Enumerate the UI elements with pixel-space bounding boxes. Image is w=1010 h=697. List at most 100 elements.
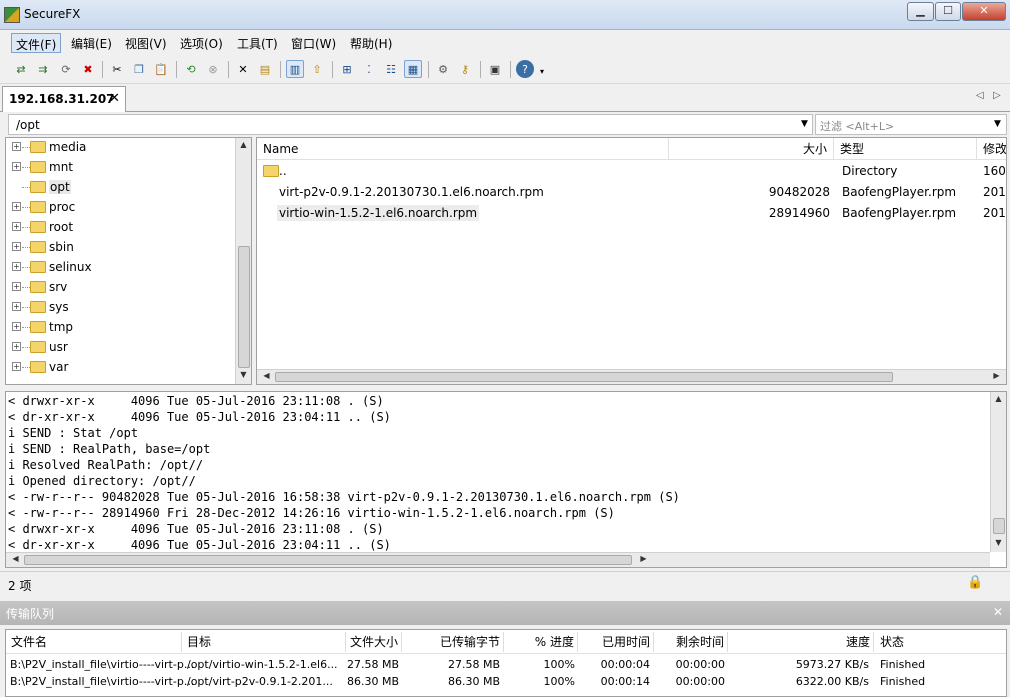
expand-icon[interactable]: + bbox=[12, 322, 21, 331]
scroll-left-icon[interactable]: ◀ bbox=[259, 371, 274, 380]
scroll-right-icon[interactable]: ▶ bbox=[989, 371, 1004, 380]
expand-icon[interactable]: + bbox=[12, 142, 21, 151]
tree-item-opt[interactable]: opt bbox=[6, 178, 234, 198]
expand-icon[interactable]: + bbox=[12, 262, 21, 271]
scroll-thumb[interactable] bbox=[238, 246, 250, 368]
expand-icon[interactable]: + bbox=[12, 222, 21, 231]
close-tab-icon[interactable]: ✕ bbox=[109, 91, 120, 106]
tab-scroll-right-icon[interactable]: ▷ bbox=[993, 90, 1001, 101]
tree-item-media[interactable]: + media bbox=[6, 138, 234, 158]
column-remaining[interactable]: 剩余时间 bbox=[654, 632, 728, 652]
list-view-icon[interactable]: ☷ bbox=[382, 60, 400, 78]
expand-icon[interactable]: + bbox=[12, 362, 21, 371]
menu-help[interactable]: 帮助(H) bbox=[346, 33, 396, 53]
scroll-down-icon[interactable]: ▼ bbox=[236, 370, 251, 379]
session-tab[interactable]: 192.168.31.207 ✕ bbox=[2, 86, 126, 112]
disconnect-icon[interactable]: ✖ bbox=[79, 60, 97, 78]
scroll-down-icon[interactable]: ▼ bbox=[991, 538, 1006, 547]
column-progress[interactable]: % 进度 bbox=[504, 632, 578, 652]
scroll-up-icon[interactable]: ▲ bbox=[991, 394, 1006, 403]
tree-scrollbar[interactable]: ▲ ▼ bbox=[235, 138, 251, 384]
scroll-thumb[interactable] bbox=[993, 518, 1005, 534]
scroll-up-icon[interactable]: ▲ bbox=[236, 140, 251, 149]
path-input[interactable]: /opt ▼ bbox=[8, 114, 813, 135]
key-icon[interactable]: ⚷ bbox=[456, 60, 474, 78]
transfer-row[interactable]: B:\P2V_install_file\virtio----virt-p... … bbox=[6, 656, 1006, 673]
quick-connect-icon[interactable]: ⇉ bbox=[34, 60, 52, 78]
close-icon[interactable]: ✕ bbox=[993, 605, 1003, 619]
tree-item-mnt[interactable]: + mnt bbox=[6, 158, 234, 178]
refresh-icon[interactable]: ⟲ bbox=[182, 60, 200, 78]
help-icon[interactable]: ? bbox=[516, 60, 534, 78]
column-file-size[interactable]: 文件大小 bbox=[346, 632, 402, 652]
chevron-down-icon[interactable]: ▼ bbox=[801, 119, 808, 129]
tree-item-selinux[interactable]: + selinux bbox=[6, 258, 234, 278]
file-row[interactable]: .. Directory 1601 bbox=[257, 162, 1006, 182]
reconnect-icon[interactable]: ⟳ bbox=[57, 60, 75, 78]
expand-icon[interactable]: + bbox=[12, 162, 21, 171]
toolbar-overflow-icon[interactable]: ▾ bbox=[540, 67, 544, 76]
file-list[interactable]: Name 大小 类型 修改 .. Directory 1601 virt-p2v… bbox=[256, 137, 1007, 385]
column-name[interactable]: Name bbox=[257, 138, 669, 160]
scroll-thumb[interactable] bbox=[24, 555, 632, 565]
menu-tools[interactable]: 工具(T) bbox=[233, 33, 282, 53]
tab-scroll-left-icon[interactable]: ◁ bbox=[976, 90, 984, 101]
menu-options[interactable]: 选项(O) bbox=[176, 33, 227, 53]
sync-icon[interactable]: ⚙ bbox=[434, 60, 452, 78]
column-size[interactable]: 大小 bbox=[669, 138, 834, 160]
menu-file[interactable]: 文件(F) bbox=[11, 33, 62, 53]
scroll-right-icon[interactable]: ▶ bbox=[636, 554, 651, 563]
transfer-queue-icon[interactable]: ▣ bbox=[486, 60, 504, 78]
scroll-left-icon[interactable]: ◀ bbox=[8, 554, 23, 563]
properties-icon[interactable]: ▤ bbox=[256, 60, 274, 78]
chevron-down-icon[interactable]: ▼ bbox=[994, 119, 1001, 129]
up-folder-icon[interactable]: ⇧ bbox=[308, 60, 326, 78]
menu-window[interactable]: 窗口(W) bbox=[287, 33, 340, 53]
column-file[interactable]: 文件名 bbox=[6, 632, 182, 652]
large-icons-icon[interactable]: ⊞ bbox=[338, 60, 356, 78]
expand-icon[interactable]: + bbox=[12, 302, 21, 311]
file-list-hscrollbar[interactable]: ◀ ▶ bbox=[257, 369, 1006, 384]
log-output[interactable]: < drwxr-xr-x 4096 Tue 05-Jul-2016 23:11:… bbox=[5, 391, 1007, 568]
menu-view[interactable]: 视图(V) bbox=[121, 33, 171, 53]
expand-icon[interactable]: + bbox=[12, 282, 21, 291]
column-speed[interactable]: 速度 bbox=[728, 632, 874, 652]
close-window-button[interactable]: ✕ bbox=[962, 2, 1006, 21]
scroll-thumb[interactable] bbox=[275, 372, 893, 382]
tree-item-usr[interactable]: + usr bbox=[6, 338, 234, 358]
column-modified[interactable]: 修改 bbox=[977, 138, 1006, 160]
tree-item-root[interactable]: + root bbox=[6, 218, 234, 238]
stop-icon[interactable]: ⊗ bbox=[204, 60, 222, 78]
menu-edit[interactable]: 编辑(E) bbox=[67, 33, 116, 53]
file-row[interactable]: virtio-win-1.5.2-1.el6.noarch.rpm 289149… bbox=[257, 204, 1006, 224]
log-hscrollbar[interactable]: ◀ ▶ bbox=[6, 552, 990, 567]
folder-tree[interactable]: + media + mnt opt + proc + root + sbin + selin… bbox=[5, 137, 252, 385]
column-transferred[interactable]: 已传输字节 bbox=[402, 632, 504, 652]
details-view-icon[interactable]: ▦ bbox=[404, 60, 422, 78]
transfer-row[interactable]: B:\P2V_install_file\virtio----virt-p... … bbox=[6, 673, 1006, 690]
tree-item-srv[interactable]: + srv bbox=[6, 278, 234, 298]
maximize-button[interactable]: ☐ bbox=[935, 2, 961, 21]
file-row[interactable]: virt-p2v-0.9.1-2.20130730.1.el6.noarch.r… bbox=[257, 183, 1006, 203]
expand-icon[interactable]: + bbox=[12, 242, 21, 251]
copy-icon[interactable]: ❐ bbox=[130, 60, 148, 78]
cut-icon[interactable]: ✂ bbox=[108, 60, 126, 78]
transfer-queue-list[interactable]: 文件名 目标 文件大小 已传输字节 % 进度 已用时间 剩余时间 速度 状态 B… bbox=[5, 629, 1007, 697]
paste-icon[interactable]: 📋 bbox=[152, 60, 170, 78]
small-icons-icon[interactable]: ⁚ bbox=[360, 60, 378, 78]
delete-icon[interactable]: ✕ bbox=[234, 60, 252, 78]
tree-item-tmp[interactable]: + tmp bbox=[6, 318, 234, 338]
column-elapsed[interactable]: 已用时间 bbox=[578, 632, 654, 652]
minimize-button[interactable]: ▁ bbox=[907, 2, 934, 21]
expand-icon[interactable]: + bbox=[12, 342, 21, 351]
filter-input[interactable]: 过滤 <Alt+L> ▼ bbox=[815, 114, 1007, 135]
connect-icon[interactable]: ⇄ bbox=[12, 60, 30, 78]
tree-item-var[interactable]: + var bbox=[6, 358, 234, 378]
column-status[interactable]: 状态 bbox=[874, 632, 1006, 652]
tree-view-icon[interactable]: ▥ bbox=[286, 60, 304, 78]
tree-item-proc[interactable]: + proc bbox=[6, 198, 234, 218]
tree-item-sys[interactable]: + sys bbox=[6, 298, 234, 318]
expand-icon[interactable]: + bbox=[12, 202, 21, 211]
log-vscrollbar[interactable]: ▲ ▼ bbox=[990, 392, 1006, 552]
column-type[interactable]: 类型 bbox=[834, 138, 977, 160]
